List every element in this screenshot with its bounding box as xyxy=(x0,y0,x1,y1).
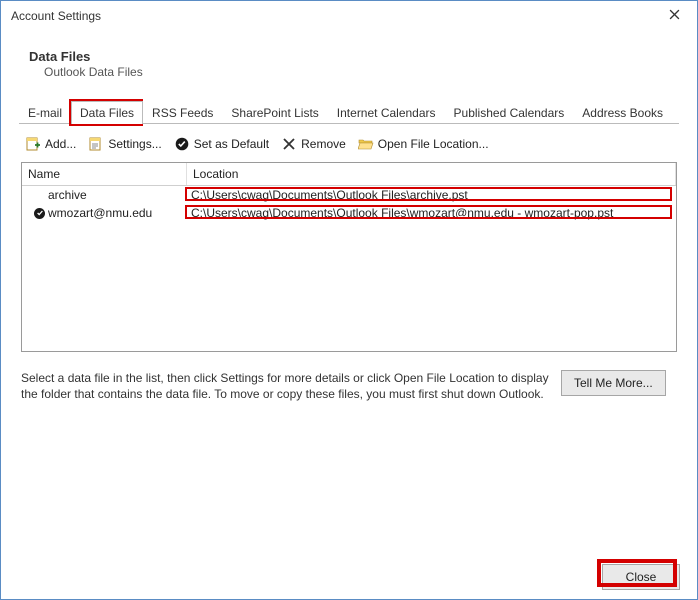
remove-button[interactable]: Remove xyxy=(277,134,350,154)
tab-e-mail[interactable]: E-mail xyxy=(19,101,71,124)
tab-address-books[interactable]: Address Books xyxy=(573,101,672,124)
folder-open-icon xyxy=(358,136,374,152)
default-check-icon xyxy=(34,208,45,219)
row-name-cell: wmozart@nmu.edu xyxy=(22,206,187,220)
settings-icon xyxy=(88,136,104,152)
tab-published-calendars[interactable]: Published Calendars xyxy=(445,101,574,124)
row-location-cell: C:\Users\cwag\Documents\Outlook Files\ar… xyxy=(187,188,676,202)
add-button-label: Add... xyxy=(45,137,76,151)
close-icon xyxy=(669,9,680,23)
row-name-text: archive xyxy=(48,188,87,202)
remove-button-label: Remove xyxy=(301,137,346,151)
column-header-name[interactable]: Name xyxy=(22,163,187,185)
settings-button[interactable]: Settings... xyxy=(84,134,165,154)
settings-button-label: Settings... xyxy=(108,137,161,151)
window-title: Account Settings xyxy=(11,9,101,23)
tab-strip: E-mailData FilesRSS FeedsSharePoint List… xyxy=(19,101,679,124)
add-file-icon xyxy=(25,136,41,152)
row-name-cell: archive xyxy=(22,188,187,202)
tab-sharepoint-lists[interactable]: SharePoint Lists xyxy=(222,101,327,124)
table-row[interactable]: wmozart@nmu.edu C:\Users\cwag\Documents\O… xyxy=(22,204,676,222)
page-heading: Data Files Outlook Data Files xyxy=(1,31,697,101)
set-default-button-label: Set as Default xyxy=(194,137,269,151)
table-row[interactable]: archive C:\Users\cwag\Documents\Outlook F… xyxy=(22,186,676,204)
dialog-footer: Close xyxy=(602,564,680,590)
window-close-button[interactable] xyxy=(653,2,695,30)
title-bar: Account Settings xyxy=(1,1,697,31)
remove-icon xyxy=(281,136,297,152)
tab-data-files[interactable]: Data Files xyxy=(71,101,143,124)
tab-internet-calendars[interactable]: Internet Calendars xyxy=(328,101,445,124)
row-name-text: wmozart@nmu.edu xyxy=(48,206,152,220)
open-file-location-button[interactable]: Open File Location... xyxy=(354,134,493,154)
data-files-listview[interactable]: Name Location archive C:\Users\cwag\Docum… xyxy=(21,162,677,352)
toolbar: Add... Settings... Set as Default Remove… xyxy=(1,124,697,162)
listview-body: archive C:\Users\cwag\Documents\Outlook F… xyxy=(22,186,676,222)
add-button[interactable]: Add... xyxy=(21,134,80,154)
set-default-button[interactable]: Set as Default xyxy=(170,134,273,154)
hint-row: Select a data file in the list, then cli… xyxy=(21,370,677,402)
tab-rss-feeds[interactable]: RSS Feeds xyxy=(143,101,222,124)
check-circle-icon xyxy=(174,136,190,152)
tell-me-more-button[interactable]: Tell Me More... xyxy=(561,370,666,396)
page-subtitle: Outlook Data Files xyxy=(29,64,697,79)
close-button[interactable]: Close xyxy=(602,564,680,590)
hint-text: Select a data file in the list, then cli… xyxy=(21,370,551,402)
page-title: Data Files xyxy=(29,49,697,64)
listview-header: Name Location xyxy=(22,163,676,186)
open-file-location-button-label: Open File Location... xyxy=(378,137,489,151)
row-location-cell: C:\Users\cwag\Documents\Outlook Files\wm… xyxy=(187,206,676,220)
column-header-location[interactable]: Location xyxy=(187,163,676,185)
